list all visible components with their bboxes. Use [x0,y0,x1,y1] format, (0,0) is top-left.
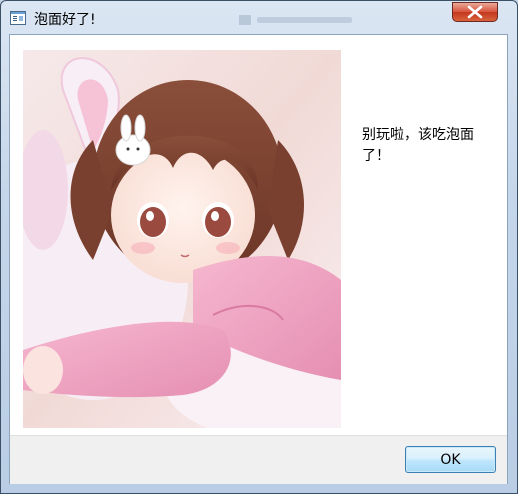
title-bar[interactable]: 泡面好了! [1,1,517,34]
window-title: 泡面好了! [34,12,96,28]
ok-button[interactable]: OK [405,446,496,473]
background-window-ghost [239,15,352,25]
close-x-icon [467,5,483,19]
close-button[interactable] [452,2,498,22]
button-bar: OK [10,435,507,484]
anime-girl-image [23,50,341,428]
dialog-window: 泡面好了! 别玩啦，该吃泡面了！ OK [0,0,518,494]
app-window-icon [10,10,26,25]
dialog-message: 别玩啦，该吃泡面了！ [362,127,474,164]
dialog-content: 别玩啦，该吃泡面了！ OK [9,34,508,484]
